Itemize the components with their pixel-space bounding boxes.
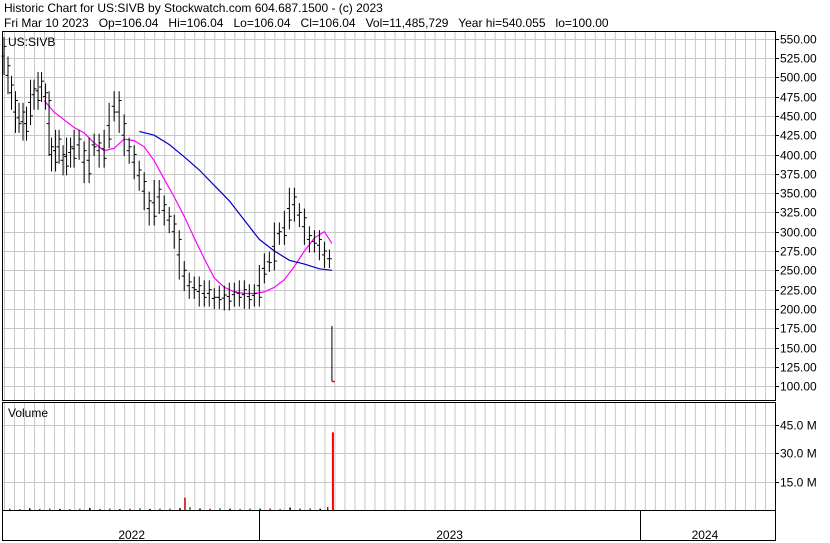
volume-bar [289,507,291,510]
volume-bar [239,508,241,510]
volume-bar [119,509,121,511]
vol-tick-label: 45.0 M [780,419,817,433]
y-tick-label: 450.00 [780,110,817,124]
price-panel-frame [2,31,776,401]
y-tick-label: 325.00 [780,206,817,220]
y-tick-label: 100.00 [780,380,817,394]
volume-bar [299,508,301,510]
volume-bar [249,508,251,510]
volume-bar [189,507,191,510]
volume-bar [219,508,221,510]
volume-bar [109,508,111,510]
y-tick-label: 375.00 [780,168,817,182]
volume-bar [149,508,151,510]
volume-bar [229,508,231,510]
volume-panel-label: Volume [8,406,48,420]
moving-average-long [139,130,332,271]
volume-bar [269,508,271,510]
volume-bar [29,508,31,510]
volume-bar [309,508,311,510]
x-period-label: 2023 [436,528,463,542]
volume-bar [209,508,211,510]
y-tick-label: 225.00 [780,284,817,298]
x-period-label: 2022 [118,528,145,542]
y-tick-label: 275.00 [780,245,817,259]
y-tick-label: 350.00 [780,187,817,201]
volume-bar [69,509,71,511]
volume-bar [169,508,171,510]
vol-tick-label: 30.0 M [780,447,817,461]
y-tick-label: 525.00 [780,52,817,66]
volume-bar [19,509,21,511]
volume-bar [99,508,101,510]
volume-bar [129,508,131,510]
volume-bar [89,507,91,510]
volume-bar [49,508,51,510]
vol-tick-label: 15.0 M [780,476,817,490]
volume-bar [279,508,281,510]
y-tick-label: 550.00 [780,33,817,47]
volume-bar [139,508,141,510]
y-tick-label: 475.00 [780,91,817,105]
volume-bar [331,432,334,510]
volume-panel-frame [2,402,776,511]
symbol-label: US:SIVB [8,35,55,49]
y-tick-label: 125.00 [780,361,817,375]
volume-bar [184,497,186,510]
volume-bar [9,508,11,510]
volume-bar [159,508,161,510]
y-tick-label: 300.00 [780,226,817,240]
volume-bar [179,508,181,510]
volume-bar [39,508,41,510]
y-tick-label: 400.00 [780,149,817,163]
y-tick-label: 425.00 [780,129,817,143]
moving-average-short [43,100,333,295]
y-tick-label: 175.00 [780,322,817,336]
volume-bar [79,508,81,510]
y-tick-label: 250.00 [780,264,817,278]
x-period-label: 2024 [692,528,719,542]
volume-bar [326,506,329,510]
y-tick-label: 150.00 [780,342,817,356]
volume-bar [199,508,201,510]
volume-bar [319,508,321,510]
y-tick-label: 200.00 [780,303,817,317]
stock-chart: US:SIVB Volume 550.00 525.00 500.00 475.00 4… [1,31,817,542]
volume-bar [59,508,61,510]
volume-bar [259,508,261,510]
y-tick-label: 500.00 [780,71,817,85]
